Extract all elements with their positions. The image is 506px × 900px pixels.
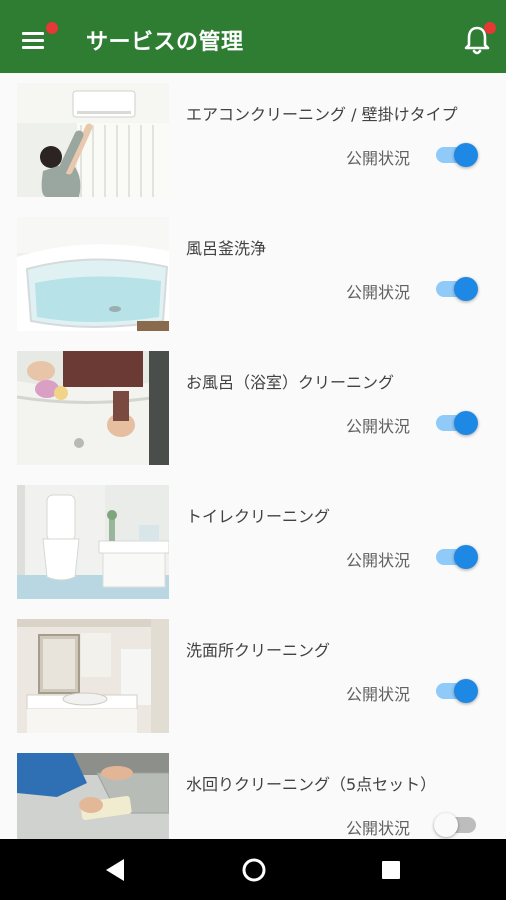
air-conditioner-cleaning-photo bbox=[17, 83, 169, 197]
menu-button[interactable] bbox=[16, 22, 58, 56]
toggle-knob bbox=[454, 277, 478, 301]
publish-toggle[interactable] bbox=[434, 677, 480, 705]
washroom-photo bbox=[17, 619, 169, 733]
toggle-knob bbox=[454, 411, 478, 435]
service-item[interactable]: 洗面所クリーニング 公開状況 bbox=[0, 609, 506, 743]
notification-button[interactable] bbox=[460, 22, 500, 58]
toilet-photo bbox=[17, 485, 169, 599]
service-name: トイレクリーニング bbox=[186, 507, 331, 526]
service-name: 水回りクリーニング（5点セット） bbox=[186, 775, 437, 794]
service-name: 洗面所クリーニング bbox=[186, 641, 331, 660]
status-label: 公開状況 bbox=[346, 283, 411, 302]
publish-toggle[interactable] bbox=[434, 275, 480, 303]
app-bar: サービスの管理 bbox=[0, 0, 506, 73]
toggle-knob bbox=[454, 545, 478, 569]
publish-toggle[interactable] bbox=[434, 543, 480, 571]
bathroom-cleaning-photo bbox=[17, 351, 169, 465]
publish-toggle[interactable] bbox=[434, 141, 480, 169]
back-button[interactable] bbox=[96, 851, 136, 889]
service-item[interactable]: お風呂（浴室）クリーニング 公開状況 bbox=[0, 341, 506, 475]
publish-toggle[interactable] bbox=[434, 811, 480, 839]
toggle-knob bbox=[454, 679, 478, 703]
bathtub-photo bbox=[17, 217, 169, 331]
service-name: お風呂（浴室）クリーニング bbox=[186, 373, 395, 392]
status-label: 公開状況 bbox=[346, 819, 411, 838]
toggle-knob bbox=[434, 813, 458, 837]
publish-toggle[interactable] bbox=[434, 409, 480, 437]
service-item[interactable]: 風呂釜洗浄 公開状況 bbox=[0, 207, 506, 341]
recents-button[interactable] bbox=[371, 851, 411, 889]
service-item[interactable]: トイレクリーニング 公開状況 bbox=[0, 475, 506, 609]
service-item[interactable]: エアコンクリーニング / 壁掛けタイプ 公開状況 bbox=[0, 73, 506, 207]
home-button[interactable] bbox=[234, 851, 274, 889]
recents-square-icon bbox=[382, 861, 400, 879]
menu-badge-dot bbox=[46, 22, 58, 34]
home-circle-icon bbox=[242, 858, 266, 882]
system-nav-bar bbox=[0, 839, 506, 900]
status-label: 公開状況 bbox=[346, 417, 411, 436]
status-label: 公開状況 bbox=[346, 551, 411, 570]
notification-badge-dot bbox=[484, 22, 496, 34]
service-name: 風呂釜洗浄 bbox=[186, 239, 267, 258]
service-name: エアコンクリーニング / 壁掛けタイプ bbox=[186, 105, 458, 124]
service-list: エアコンクリーニング / 壁掛けタイプ 公開状況 風呂釜洗浄 公開状況 お風呂（… bbox=[0, 73, 506, 839]
toggle-knob bbox=[454, 143, 478, 167]
kitchen-sink-cleaning-photo bbox=[17, 753, 169, 839]
status-label: 公開状況 bbox=[346, 685, 411, 704]
page-title: サービスの管理 bbox=[86, 30, 244, 55]
service-item[interactable]: 水回りクリーニング（5点セット） 公開状況 bbox=[0, 743, 506, 839]
status-label: 公開状況 bbox=[346, 149, 411, 168]
back-triangle-icon bbox=[106, 859, 124, 881]
